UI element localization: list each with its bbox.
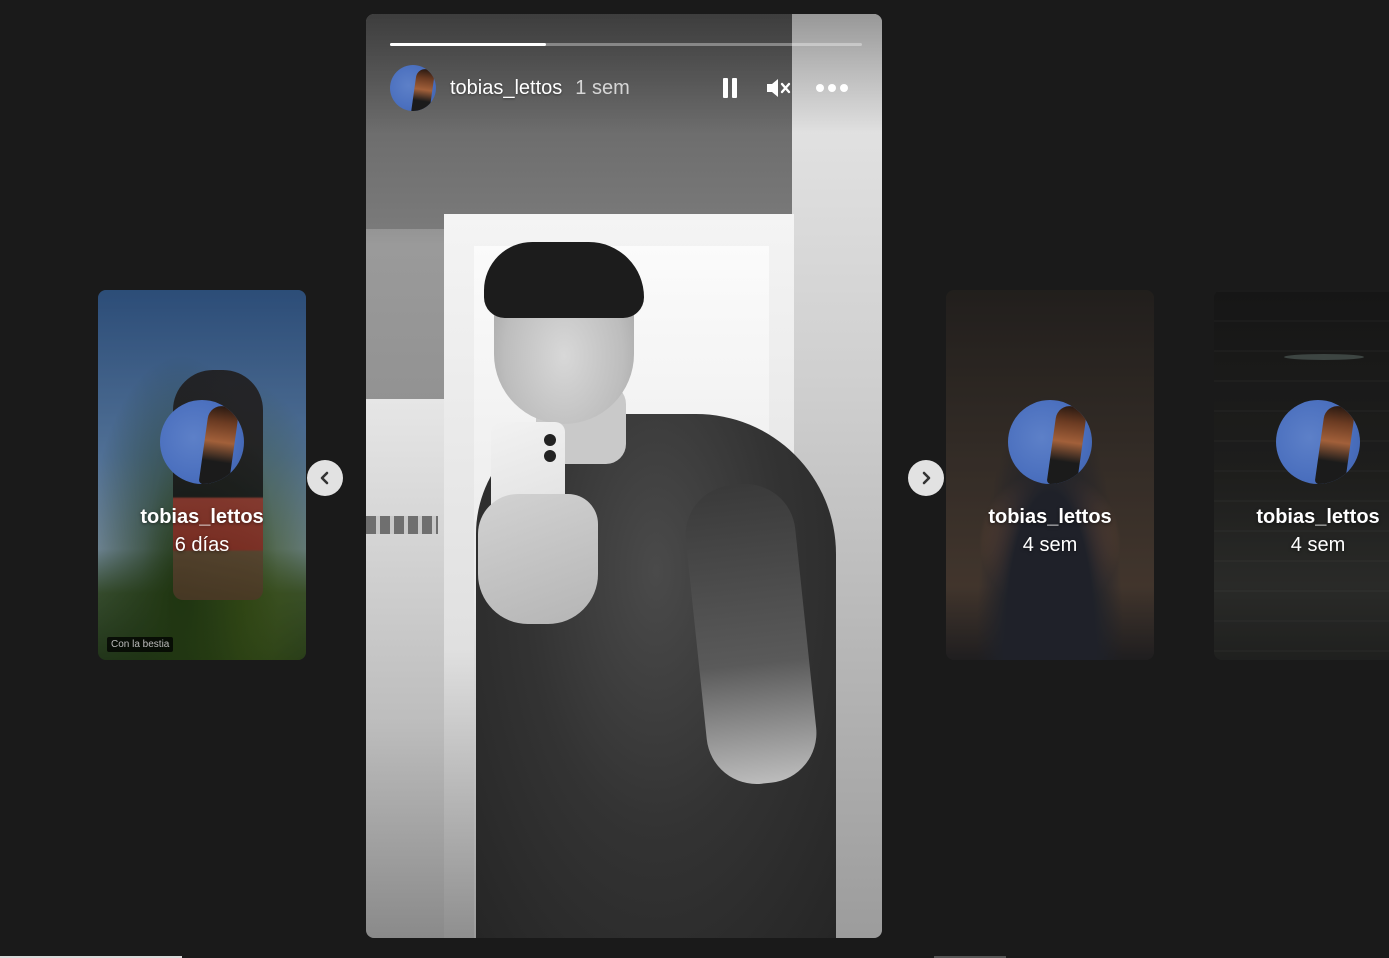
story-preview-time: 4 sem xyxy=(1022,534,1078,556)
story-preview-username: tobias_lettos xyxy=(140,506,264,528)
story-preview-time: 6 días xyxy=(174,534,230,556)
pause-icon xyxy=(723,78,728,98)
story-photo-subject-hand xyxy=(478,494,598,624)
mute-button[interactable] xyxy=(764,76,792,100)
previous-story-button[interactable] xyxy=(307,460,343,496)
pause-icon-bar xyxy=(732,78,737,98)
volume-muted-icon xyxy=(767,79,791,97)
more-options-dot xyxy=(828,84,836,92)
chevron-right-icon xyxy=(922,471,931,485)
more-options-dot xyxy=(840,84,848,92)
story-preview-username: tobias_lettos xyxy=(988,506,1112,528)
story-preview-avatar xyxy=(160,400,244,484)
story-progress-bar xyxy=(390,43,862,46)
story-timestamp: 1 sem xyxy=(575,76,630,99)
story-viewer[interactable]: tobias_lettos 1 sem xyxy=(366,14,882,938)
story-author-avatar[interactable] xyxy=(390,65,436,111)
pause-button[interactable] xyxy=(720,76,740,100)
story-photo-phone-camera xyxy=(544,434,556,446)
story-preview-card-next[interactable]: tobias_lettos 4 sem xyxy=(946,290,1154,660)
more-options-button[interactable] xyxy=(814,76,850,100)
story-photo-tile-band xyxy=(366,516,438,534)
story-photo-subject-hair xyxy=(484,242,644,318)
story-photo-phone-camera xyxy=(544,450,556,462)
story-preview-avatar xyxy=(1276,400,1360,484)
story-photo-tiles xyxy=(366,399,446,938)
story-preview-avatar xyxy=(1008,400,1092,484)
story-preview-username: tobias_lettos xyxy=(1256,506,1380,528)
story-preview-card-previous[interactable]: Con la bestia tobias_lettos 6 días xyxy=(98,290,306,660)
next-story-button[interactable] xyxy=(908,460,944,496)
story-progress-fill xyxy=(390,43,546,46)
story-author-username[interactable]: tobias_lettos xyxy=(450,77,562,100)
story-preview-card-after-next[interactable]: tobias_lettos 4 sem xyxy=(1214,290,1389,660)
chevron-left-icon xyxy=(320,471,329,485)
story-preview-time: 4 sem xyxy=(1290,534,1346,556)
more-options-icon xyxy=(816,84,824,92)
